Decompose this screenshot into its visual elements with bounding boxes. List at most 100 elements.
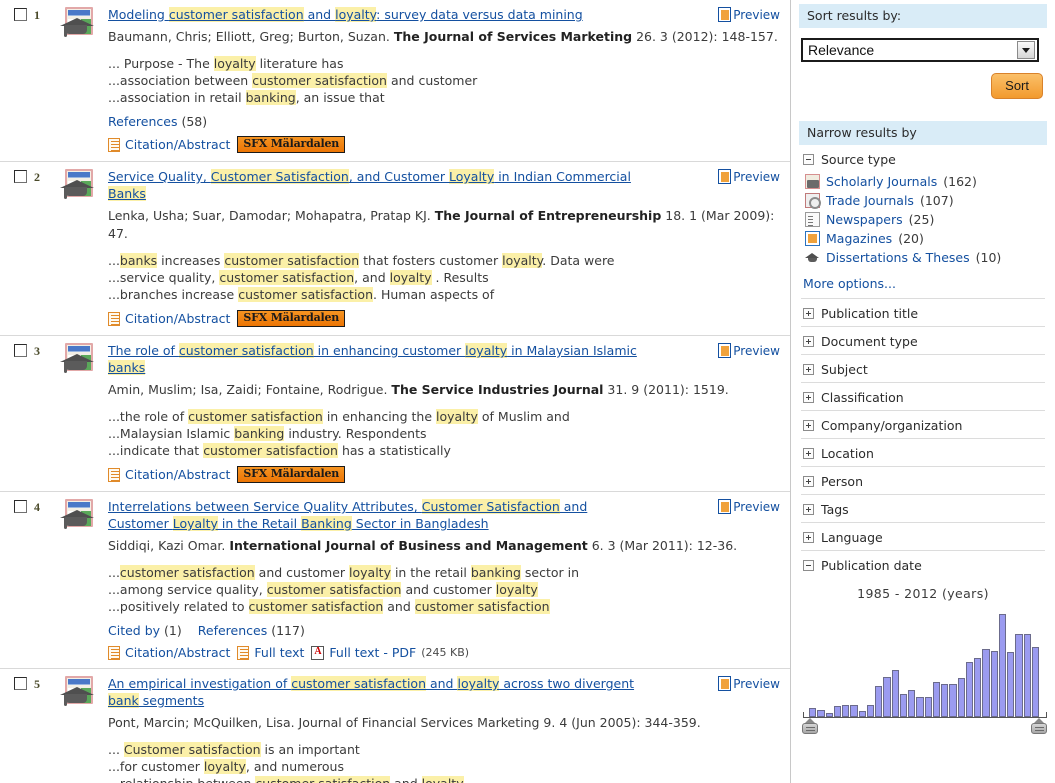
- facet-classification[interactable]: Classification: [801, 383, 1045, 410]
- result-checkbox[interactable]: [14, 170, 27, 183]
- source-type-label[interactable]: Dissertations & Theses: [826, 250, 970, 265]
- histogram-bar[interactable]: [908, 690, 916, 717]
- source-type-item[interactable]: Trade Journals (107): [805, 191, 1043, 210]
- histogram-bar[interactable]: [982, 648, 990, 717]
- histogram-bar[interactable]: [899, 693, 907, 717]
- facet-document-type[interactable]: Document type: [801, 327, 1045, 354]
- histogram-bar[interactable]: [1023, 633, 1031, 717]
- histogram-bar[interactable]: [924, 697, 932, 717]
- plus-icon[interactable]: [803, 308, 814, 319]
- histogram-bar[interactable]: [932, 681, 940, 717]
- preview-link[interactable]: Preview: [718, 6, 780, 22]
- facet-source-type[interactable]: Source type: [801, 145, 1045, 172]
- sfx-button[interactable]: SFX Mälardalen: [237, 136, 346, 153]
- result-title-link[interactable]: The role of customer satisfaction in enh…: [108, 342, 638, 376]
- facet-company-organization[interactable]: Company/organization: [801, 411, 1045, 438]
- sort-button[interactable]: Sort: [991, 73, 1043, 99]
- histogram-bar[interactable]: [941, 684, 949, 717]
- plus-icon[interactable]: [803, 420, 814, 431]
- histogram-bar[interactable]: [1015, 633, 1023, 717]
- plus-icon[interactable]: [803, 476, 814, 487]
- preview-link[interactable]: Preview: [718, 342, 780, 358]
- result-link-label[interactable]: Cited by: [108, 623, 160, 638]
- histogram-bar[interactable]: [957, 678, 965, 717]
- source-type-item[interactable]: Magazines (20): [805, 229, 1043, 248]
- result-checkbox[interactable]: [14, 500, 27, 513]
- histogram-bar[interactable]: [949, 684, 957, 717]
- histogram-bar[interactable]: [817, 709, 825, 717]
- result-link-label[interactable]: References: [108, 114, 177, 129]
- histogram-bar[interactable]: [833, 706, 841, 717]
- histogram-bar[interactable]: [998, 613, 1006, 717]
- result-title-link[interactable]: Service Quality, Customer Satisfaction, …: [108, 168, 638, 202]
- plus-icon[interactable]: [803, 336, 814, 347]
- histogram-bar[interactable]: [965, 661, 973, 717]
- result-link[interactable]: References (117): [198, 623, 305, 638]
- preview-link[interactable]: Preview: [718, 168, 780, 184]
- facet-location[interactable]: Location: [801, 439, 1045, 466]
- histogram-bar[interactable]: [809, 707, 817, 717]
- preview-link[interactable]: Preview: [718, 675, 780, 691]
- plus-icon[interactable]: [803, 392, 814, 403]
- facet-publication-date[interactable]: Publication date: [801, 551, 1045, 578]
- histogram-bar[interactable]: [1007, 652, 1015, 717]
- facet-language[interactable]: Language: [801, 523, 1045, 550]
- histogram-bar[interactable]: [883, 677, 891, 717]
- title-seg: and: [303, 7, 336, 22]
- full-text-pdf-link[interactable]: Full text - PDF (245 KB): [311, 645, 469, 660]
- facet-person[interactable]: Person: [801, 467, 1045, 494]
- source-type-label[interactable]: Magazines: [826, 231, 892, 246]
- histogram-bar[interactable]: [916, 697, 924, 717]
- facet-publication-title[interactable]: Publication title: [801, 299, 1045, 326]
- histogram-bar[interactable]: [891, 670, 899, 717]
- histogram-bar[interactable]: [866, 705, 874, 717]
- plus-icon[interactable]: [803, 448, 814, 459]
- title-seg: Loyalty: [449, 169, 495, 184]
- plus-icon[interactable]: [803, 504, 814, 515]
- histogram-bar[interactable]: [1031, 646, 1039, 717]
- citation-abstract-link[interactable]: Citation/Abstract: [108, 467, 230, 482]
- histogram-bar[interactable]: [842, 705, 850, 717]
- snippet-seg: ...among service quality,: [108, 582, 267, 597]
- result-link[interactable]: References (58): [108, 114, 207, 129]
- result-checkbox[interactable]: [14, 8, 27, 21]
- preview-link[interactable]: Preview: [718, 498, 780, 514]
- result-title-line: Modeling customer satisfaction and loyal…: [108, 6, 780, 23]
- sfx-button[interactable]: SFX Mälardalen: [237, 466, 346, 483]
- minus-icon[interactable]: [803, 154, 814, 165]
- histogram-bar[interactable]: [875, 686, 883, 717]
- source-type-item[interactable]: Newspapers (25): [805, 210, 1043, 229]
- histogram-bar[interactable]: [974, 658, 982, 717]
- citation-abstract-link[interactable]: Citation/Abstract: [108, 645, 230, 660]
- date-range-slider-right[interactable]: [1030, 718, 1048, 735]
- more-options-link[interactable]: More options...: [801, 273, 1045, 298]
- result-title-link[interactable]: Modeling customer satisfaction and loyal…: [108, 6, 583, 23]
- result-checkbox[interactable]: [14, 677, 27, 690]
- result-link-label[interactable]: References: [198, 623, 267, 638]
- chevron-down-icon[interactable]: [1017, 41, 1035, 59]
- facet-tags[interactable]: Tags: [801, 495, 1045, 522]
- plus-icon[interactable]: [803, 532, 814, 543]
- citation-abstract-link[interactable]: Citation/Abstract: [108, 311, 230, 326]
- source-type-label[interactable]: Newspapers: [826, 212, 903, 227]
- minus-icon[interactable]: [803, 560, 814, 571]
- sfx-button[interactable]: SFX Mälardalen: [237, 310, 346, 327]
- source-type-label[interactable]: Trade Journals: [826, 193, 914, 208]
- histogram-bar[interactable]: [990, 651, 998, 717]
- source-type-item[interactable]: Scholarly Journals (162): [805, 172, 1043, 191]
- facet-subject[interactable]: Subject: [801, 355, 1045, 382]
- citation-abstract-link[interactable]: Citation/Abstract: [108, 137, 230, 152]
- sort-select[interactable]: Relevance: [801, 38, 1039, 62]
- source-type-item[interactable]: Dissertations & Theses (10): [805, 248, 1043, 267]
- histogram-bar[interactable]: [850, 705, 858, 717]
- full-text-link[interactable]: Full text: [237, 645, 304, 660]
- result-checkbox[interactable]: [14, 344, 27, 357]
- date-range-slider-left[interactable]: [801, 718, 819, 735]
- result-title-link[interactable]: Interrelations between Service Quality A…: [108, 498, 638, 532]
- result-title-link[interactable]: An empirical investigation of customer s…: [108, 675, 638, 709]
- source-type-label[interactable]: Scholarly Journals: [826, 174, 937, 189]
- preview-label: Preview: [733, 7, 780, 22]
- snippet-seg: ...Malaysian Islamic: [108, 426, 235, 441]
- result-link[interactable]: Cited by (1): [108, 623, 182, 638]
- plus-icon[interactable]: [803, 364, 814, 375]
